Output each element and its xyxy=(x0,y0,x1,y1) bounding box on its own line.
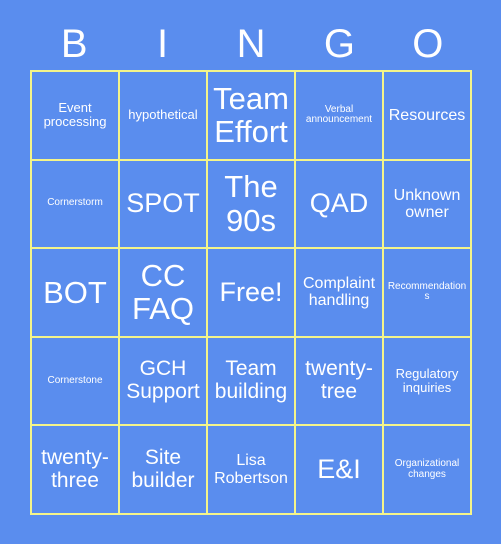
bingo-cell-label: Recommendations xyxy=(387,280,467,303)
bingo-cell-label: Cornerstone xyxy=(47,374,103,386)
bingo-cell[interactable]: Complaint handling xyxy=(296,249,384,338)
bingo-cell-label: GCH Support xyxy=(126,357,200,404)
bingo-cell[interactable]: GCH Support xyxy=(120,337,208,427)
bingo-cell[interactable]: QAD xyxy=(296,160,384,250)
bingo-cell-label: twenty-tree xyxy=(305,357,373,404)
bingo-cell-label: Free! xyxy=(219,276,283,307)
bingo-cell-label: Resources xyxy=(388,106,466,124)
bingo-cell[interactable]: Cornerstorm xyxy=(32,160,120,250)
bingo-cell-label: hypothetical xyxy=(128,107,198,123)
bingo-cell-label: BOT xyxy=(43,274,107,310)
bingo-cell[interactable]: Verbal announcement xyxy=(296,72,384,161)
bingo-cell[interactable]: twenty-tree xyxy=(296,337,384,427)
header-letter-g: G xyxy=(323,22,355,66)
bingo-cell-label: Event processing xyxy=(43,100,107,130)
bingo-cell[interactable]: The 90s xyxy=(208,160,296,250)
bingo-cell-label: QAD xyxy=(309,188,369,219)
header-letter-n: N xyxy=(236,22,266,66)
header-letter-i: I xyxy=(157,22,169,66)
bingo-cell[interactable]: Resources xyxy=(384,72,472,161)
bingo-grid: Event processing hypothetical Team Effor… xyxy=(30,70,472,515)
bingo-cell[interactable]: BOT xyxy=(32,249,120,338)
bingo-card: B I N G O Event processing hypothetical … xyxy=(0,0,501,544)
bingo-cell-label: Organizational changes xyxy=(394,457,460,480)
bingo-cell[interactable]: Unknown owner xyxy=(384,160,472,250)
bingo-cell[interactable]: twenty-three xyxy=(32,426,120,515)
bingo-cell-label: Regulatory inquiries xyxy=(395,366,459,396)
bingo-cell[interactable]: Team building xyxy=(208,337,296,427)
bingo-header: B I N G O xyxy=(30,18,472,70)
bingo-cell-label: Complaint handling xyxy=(302,275,376,310)
bingo-cell-label: Lisa Robertson xyxy=(214,452,288,487)
bingo-cell-label: twenty-three xyxy=(41,446,109,492)
bingo-cell-label: Cornerstorm xyxy=(47,197,103,209)
bingo-cell[interactable]: Recommendations xyxy=(384,249,472,338)
bingo-cell-label: Site builder xyxy=(131,446,195,492)
bingo-cell[interactable]: Event processing xyxy=(32,72,120,161)
bingo-cell[interactable]: Lisa Robertson xyxy=(208,426,296,515)
bingo-cell-label: Unknown owner xyxy=(393,186,461,221)
bingo-cell[interactable]: Regulatory inquiries xyxy=(384,337,472,427)
bingo-cell-label: E&I xyxy=(317,454,361,485)
bingo-cell[interactable]: Cornerstone xyxy=(32,337,120,427)
bingo-cell[interactable]: SPOT xyxy=(120,160,208,250)
bingo-cell-label: CC FAQ xyxy=(131,258,194,327)
bingo-cell[interactable]: hypothetical xyxy=(120,72,208,161)
bingo-cell[interactable]: CC FAQ xyxy=(120,249,208,338)
bingo-cell-label: Team building xyxy=(214,357,288,404)
bingo-cell-label: Team Effort xyxy=(213,80,289,150)
bingo-cell-label: SPOT xyxy=(126,188,200,219)
bingo-cell-label: The 90s xyxy=(224,169,278,238)
header-letter-o: O xyxy=(412,22,444,66)
bingo-cell[interactable]: Organizational changes xyxy=(384,426,472,515)
bingo-cell-free[interactable]: Free! xyxy=(208,249,296,338)
bingo-cell[interactable]: Team Effort xyxy=(208,72,296,161)
bingo-cell-label: Verbal announcement xyxy=(305,103,373,126)
bingo-cell[interactable]: E&I xyxy=(296,426,384,515)
bingo-cell[interactable]: Site builder xyxy=(120,426,208,515)
header-letter-b: B xyxy=(60,22,88,66)
